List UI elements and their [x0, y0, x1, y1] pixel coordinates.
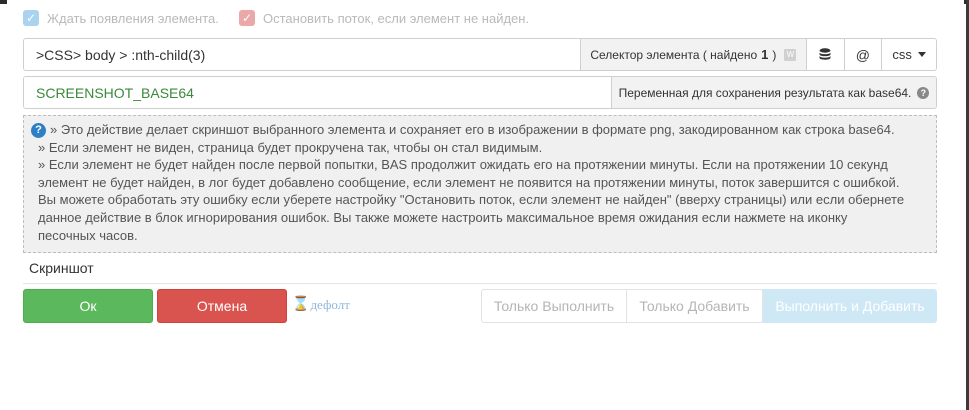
help-line: элемент не будет найден, в лог будет доб…: [38, 174, 900, 190]
help-panel: ? » Это действие делает скриншот выбранн…: [23, 115, 937, 253]
w-icon[interactable]: W: [784, 48, 797, 61]
help-line: песочных часов.: [38, 227, 138, 243]
question-icon[interactable]: ?: [917, 86, 930, 99]
selector-label: Селектор элемента ( найдено 1 ) W: [580, 39, 806, 70]
action-name: Скриншот: [29, 260, 94, 276]
variable-input[interactable]: [24, 77, 611, 108]
run-only-button[interactable]: Только Выполнить: [481, 289, 627, 323]
help-line: данное действие в блок игнорирования оши…: [38, 209, 848, 225]
default-label: дефолт: [310, 296, 350, 312]
run-and-add-button[interactable]: Выполнить и Добавить: [763, 289, 937, 323]
selector-type-label: css: [892, 47, 912, 62]
selector-type-dropdown[interactable]: css: [881, 39, 936, 70]
default-timeout-link[interactable]: ⌛ дефолт: [292, 296, 350, 313]
add-only-button[interactable]: Только Добавить: [627, 289, 763, 323]
help-line: » Это действие делает скриншот выбранног…: [50, 122, 895, 137]
database-button[interactable]: [805, 39, 844, 70]
database-icon: [819, 47, 831, 60]
at-icon: @: [855, 46, 871, 63]
wait-element-label: Ждать появления элемента.: [47, 10, 219, 26]
selector-input-group: Селектор элемента ( найдено 1 ) W @ css: [23, 38, 937, 71]
info-icon: ?: [31, 123, 46, 138]
stop-thread-checkbox-row[interactable]: ✓ Остановить поток, если элемент не найд…: [239, 9, 529, 27]
cancel-button[interactable]: Отмена: [157, 289, 287, 323]
selector-input[interactable]: [24, 39, 580, 70]
caret-down-icon: [917, 52, 926, 57]
wait-element-checkbox-row[interactable]: ✓ Ждать появления элемента.: [23, 9, 219, 27]
divider: [23, 283, 937, 284]
variable-label-text: Переменная для сохранения результата как…: [618, 85, 912, 100]
variable-input-group: Переменная для сохранения результата как…: [23, 76, 937, 109]
window-top-bar: [0, 0, 969, 4]
help-line: » Если элемент не виден, страница будет …: [38, 139, 543, 155]
selector-found-count: 1: [761, 47, 769, 62]
at-button[interactable]: @: [843, 39, 882, 70]
wait-element-checkbox[interactable]: ✓: [23, 10, 39, 26]
stop-thread-checkbox[interactable]: ✓: [239, 10, 255, 26]
run-button-group: Только Выполнить Только Добавить Выполни…: [481, 289, 937, 323]
selector-label-text: Селектор элемента ( найдено: [590, 47, 758, 62]
stop-thread-label: Остановить поток, если элемент не найден…: [263, 10, 530, 26]
ok-button[interactable]: Ок: [23, 289, 153, 323]
hourglass-icon: ⌛: [292, 297, 310, 312]
variable-label: Переменная для сохранения результата как…: [611, 77, 936, 108]
selector-label-close: ): [772, 47, 777, 62]
help-line: Вы можете обработать эту ошибку если убе…: [38, 192, 905, 208]
help-line: » Если элемент не будет найден после пер…: [38, 157, 888, 173]
